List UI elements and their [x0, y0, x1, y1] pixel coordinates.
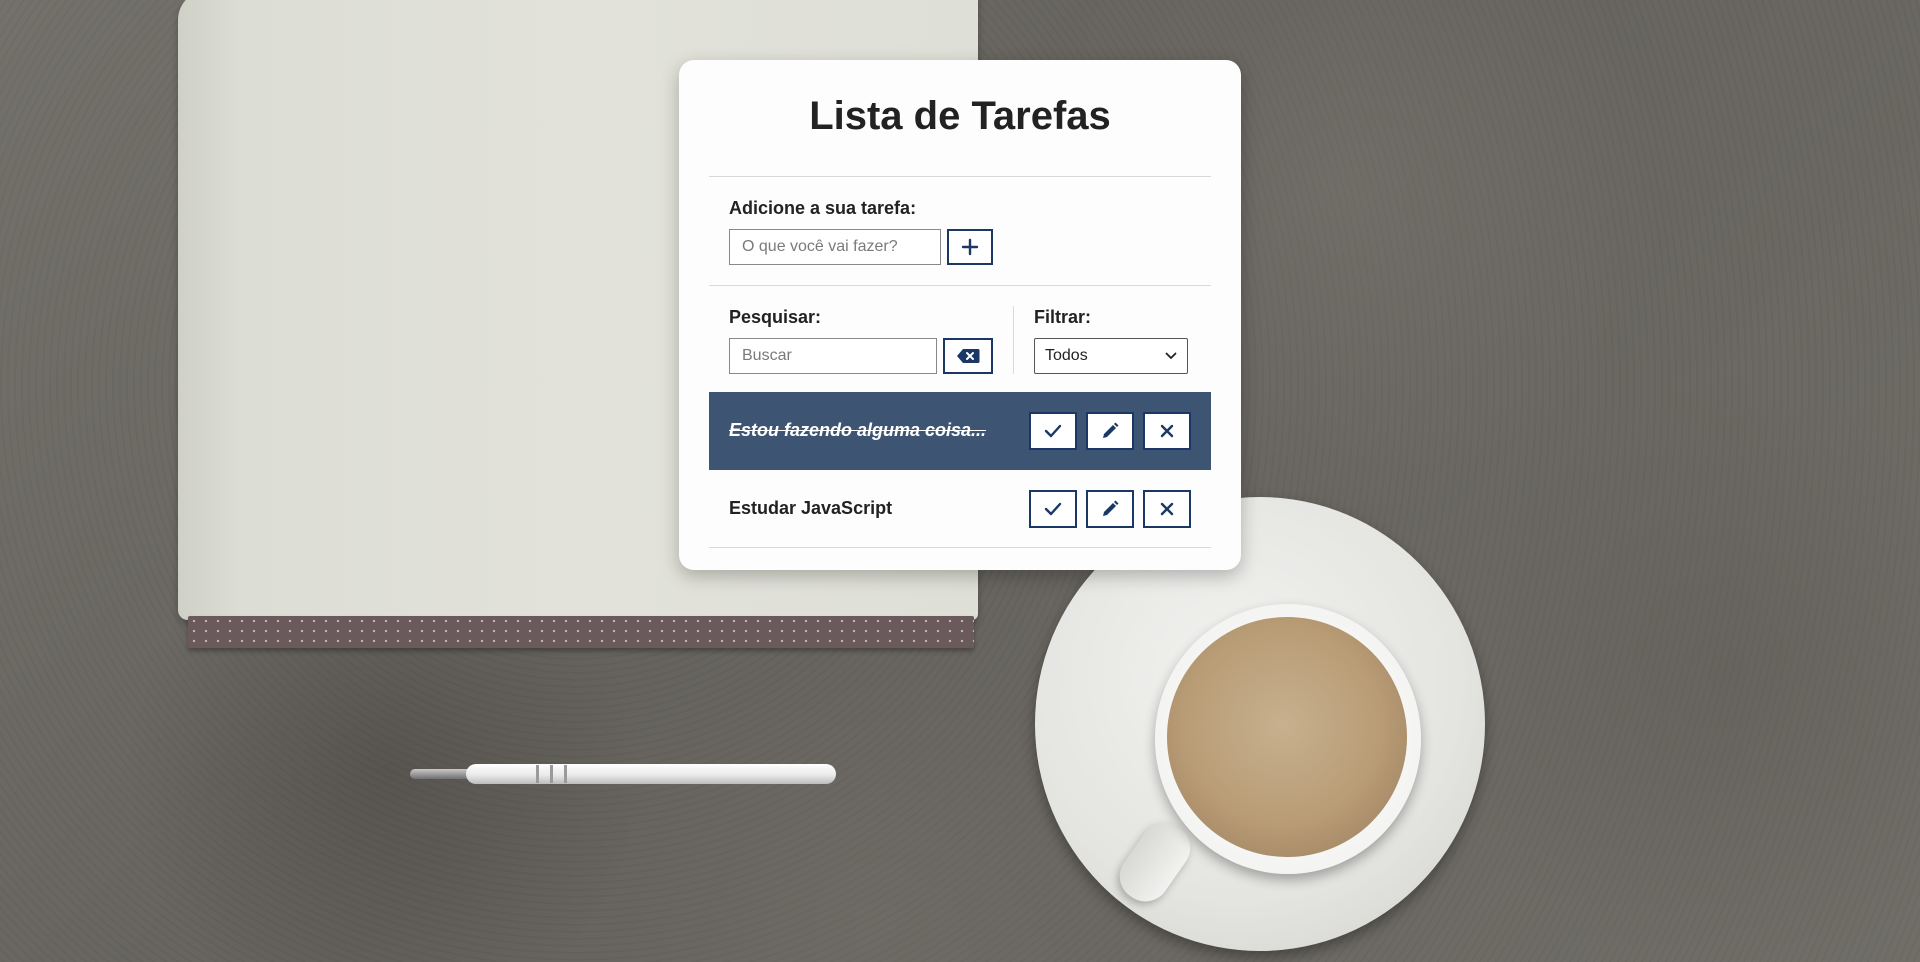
- todo-card: Lista de Tarefas Adicione a sua tarefa: …: [679, 60, 1241, 570]
- todo-text: Estudar JavaScript: [729, 498, 893, 518]
- search-filter-section: Pesquisar: Filtrar: Todos: [709, 285, 1211, 394]
- filter-select[interactable]: Todos: [1034, 338, 1188, 374]
- remove-todo-button[interactable]: [1143, 489, 1191, 528]
- filter-label: Filtrar:: [1034, 307, 1092, 327]
- backspace-icon: [957, 349, 980, 363]
- close-icon: [1160, 424, 1174, 437]
- pencil-icon: [1103, 500, 1119, 516]
- filter-group: Filtrar: Todos: [1014, 306, 1188, 374]
- add-task-input[interactable]: [729, 229, 941, 265]
- todo-text: Estou fazendo alguma coisa...: [729, 420, 987, 440]
- add-task-button[interactable]: [947, 229, 993, 265]
- add-task-section: Adicione a sua tarefa:: [709, 176, 1211, 285]
- todo-item: Estudar JavaScript: [709, 470, 1211, 548]
- plus-icon: [961, 238, 979, 256]
- coffee: [1167, 617, 1407, 857]
- check-icon: [1044, 424, 1062, 437]
- check-icon: [1044, 502, 1062, 515]
- todo-item: Estou fazendo alguma coisa...: [709, 392, 1211, 470]
- search-group: Pesquisar:: [729, 306, 1014, 374]
- pencil-icon: [1103, 422, 1119, 438]
- filter-selected-value: Todos: [1045, 347, 1088, 364]
- close-icon: [1160, 502, 1174, 515]
- remove-todo-button[interactable]: [1143, 411, 1191, 450]
- finish-todo-button[interactable]: [1029, 411, 1077, 450]
- todo-list: Estou fazendo alguma coisa... Estudar Ja…: [709, 392, 1211, 548]
- page-title: Lista de Tarefas: [809, 94, 1111, 138]
- finish-todo-button[interactable]: [1029, 489, 1077, 528]
- add-task-label: Adicione a sua tarefa:: [729, 198, 917, 218]
- edit-todo-button[interactable]: [1086, 489, 1134, 528]
- clear-search-button[interactable]: [943, 338, 993, 374]
- pen: [410, 764, 854, 784]
- edit-todo-button[interactable]: [1086, 411, 1134, 450]
- search-input[interactable]: [729, 338, 937, 374]
- search-label: Pesquisar:: [729, 307, 822, 327]
- notebook-cover-band: [188, 616, 974, 648]
- chevron-down-icon: [1165, 352, 1177, 359]
